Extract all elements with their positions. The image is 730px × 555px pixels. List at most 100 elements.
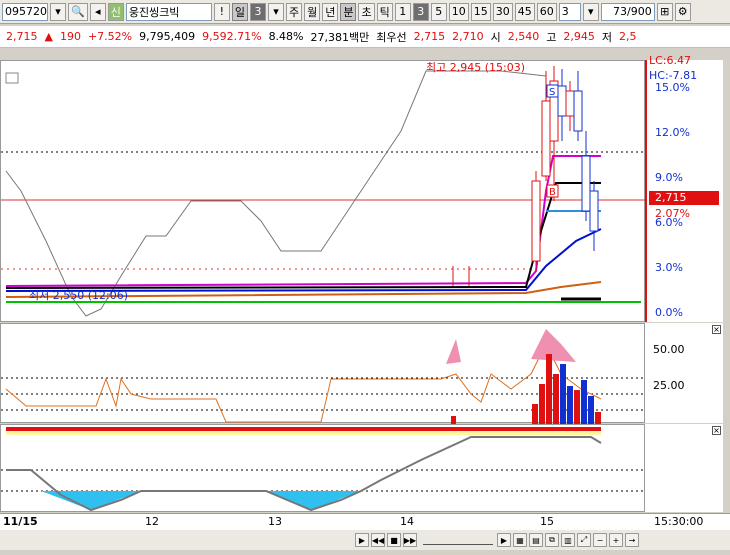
stock-code: 095720 [5, 5, 47, 18]
week-button[interactable]: 주 [285, 2, 303, 21]
y-tick-12: 12.0% [655, 126, 690, 139]
day-period-button[interactable]: 일 [231, 2, 248, 21]
oscillator-panel[interactable] [0, 424, 646, 512]
ind-tick-50: 50.00 [653, 343, 685, 356]
alert-button[interactable]: ! [213, 2, 230, 21]
price-chart-panel[interactable]: S B 최고 2,945 (15:03) 최저 2,550 (12:06) LC… [0, 60, 646, 322]
rewind-icon[interactable]: ◀◀ [371, 533, 385, 547]
best-bid: 2,710 [452, 30, 484, 43]
min-45-label: 45 [517, 5, 532, 18]
x-label-14: 14 [400, 515, 414, 528]
yellow-band [6, 431, 601, 435]
count-select[interactable]: 3 [558, 2, 581, 21]
open-price: 2,540 [507, 30, 540, 43]
trade-value: 27,381백만 [310, 30, 370, 44]
stock-name: 웅진씽크빅 [128, 5, 180, 19]
min-5-label: 5 [435, 5, 443, 18]
oscillator-close-icon[interactable]: × [712, 426, 721, 435]
time-label: 15:30:00 [654, 515, 704, 528]
price-y-axis[interactable]: LC:6.47 HC:-7.81 15.0% 12.0% 9.0% 2,715 … [645, 54, 723, 322]
indicator-panel[interactable] [0, 323, 646, 424]
x-label-15: 15 [540, 515, 554, 528]
count-dropdown-icon[interactable]: ▾ [582, 2, 599, 21]
copy-icon[interactable]: ⧉ [545, 533, 559, 547]
ind-tick-25: 25.00 [653, 379, 685, 392]
y-tick-6: 6.0% [655, 216, 683, 229]
min-30-button[interactable]: 30 [492, 2, 513, 21]
oscillator-svg [1, 427, 646, 512]
y-tick-9: 9.0% [655, 171, 683, 184]
zoom-slider[interactable] [423, 535, 493, 545]
second-label: 초 [361, 5, 372, 19]
table-icon[interactable]: ▤ [529, 533, 543, 547]
month-button[interactable]: 월 [304, 2, 321, 21]
stock-code-input[interactable]: 095720 [2, 2, 48, 21]
badge-label: 신 [110, 5, 121, 19]
new-listing-badge: 신 [107, 2, 124, 21]
stop-icon[interactable]: ■ [387, 533, 401, 547]
x-label-12: 12 [145, 515, 159, 528]
zoom-in-icon[interactable]: + [609, 533, 623, 547]
period-dropdown-icon[interactable]: ▾ [267, 2, 284, 21]
code-dropdown-icon[interactable]: ▾ [50, 2, 66, 21]
minute-label: 분 [343, 5, 354, 19]
open-label: 시 [490, 30, 501, 44]
magenta-ma-line [5, 155, 601, 287]
high-annotation: 최고 2,945 (15:03) [426, 61, 525, 74]
min-45-button[interactable]: 45 [514, 2, 535, 21]
gray-indicator-line [5, 70, 547, 317]
zoom-fit-icon[interactable]: ⤢ [577, 533, 591, 547]
indicator-svg [1, 329, 646, 424]
min-15-button[interactable]: 15 [470, 2, 491, 21]
period-num: 3 [254, 5, 262, 18]
zoom-out-icon[interactable]: − [593, 533, 607, 547]
toolbar: 095720 ▾ 🔍 ◂ 신 웅진씽크빅 ! 일 3 ▾ 주 월 년 분 초 틱… [0, 0, 730, 24]
scroll-end-icon[interactable]: → [625, 533, 639, 547]
min-1-button[interactable]: 1 [394, 2, 411, 21]
scroll-right-icon[interactable]: ▶ [497, 533, 511, 547]
play-icon[interactable]: ▶ [355, 533, 369, 547]
forward-icon[interactable]: ▶▶ [403, 533, 417, 547]
low-annotation: 최저 2,550 (12:06) [29, 289, 128, 302]
lc-text: LC:6.47 [649, 54, 692, 67]
oscillator-y-axis[interactable] [645, 424, 723, 512]
period-num-field[interactable]: 3 [249, 2, 266, 21]
min-3-label: 3 [417, 5, 425, 18]
pink-area-2 [531, 329, 576, 362]
x-label-13: 13 [268, 515, 282, 528]
search-icon[interactable]: 🔍 [68, 2, 88, 21]
low-label: 저 [601, 30, 612, 44]
min-15-label: 15 [473, 5, 488, 18]
min-60-label: 60 [539, 5, 554, 18]
volume: 9,795,409 [139, 30, 196, 43]
min-3-button[interactable]: 3 [412, 2, 429, 21]
cyan-area-1 [41, 491, 141, 510]
indicator-y-axis[interactable]: 50.00 25.00 [645, 323, 723, 423]
alert-label: ! [219, 5, 225, 18]
red-band [6, 427, 601, 431]
grid-icon[interactable]: ⊞ [656, 2, 673, 21]
tick-button[interactable]: 틱 [376, 2, 393, 21]
min-10-button[interactable]: 10 [448, 2, 469, 21]
bottom-nav-bar: ▶ ◀◀ ■ ▶▶ ▶ ▦ ▤ ⧉ ▥ ⤢ − + → [0, 530, 730, 550]
chart-type-icon[interactable]: ▦ [513, 533, 527, 547]
min-30-label: 30 [495, 5, 510, 18]
chart-menu-icon[interactable] [5, 72, 19, 84]
minute-button[interactable]: 분 [340, 2, 357, 21]
high-price: 2,945 [563, 30, 595, 43]
turnover: 8.48% [268, 30, 304, 43]
min-5-button[interactable]: 5 [430, 2, 447, 21]
settings-icon[interactable]: ⚙ [674, 2, 691, 21]
week-label: 주 [288, 5, 300, 19]
year-button[interactable]: 년 [322, 2, 339, 21]
price-change-pct: +7.52% [87, 30, 133, 43]
speaker-icon[interactable]: ◂ [89, 2, 106, 21]
indicator-close-icon[interactable]: × [712, 325, 721, 334]
second-button[interactable]: 초 [358, 2, 375, 21]
x-label-1115: 11/15 [3, 515, 38, 528]
stock-name-field[interactable]: 웅진씽크빅 [125, 2, 212, 21]
blue-ma-line [5, 228, 602, 292]
min-60-button[interactable]: 60 [536, 2, 557, 21]
bar-icon[interactable]: ▥ [561, 533, 575, 547]
min-10-label: 10 [451, 5, 466, 18]
